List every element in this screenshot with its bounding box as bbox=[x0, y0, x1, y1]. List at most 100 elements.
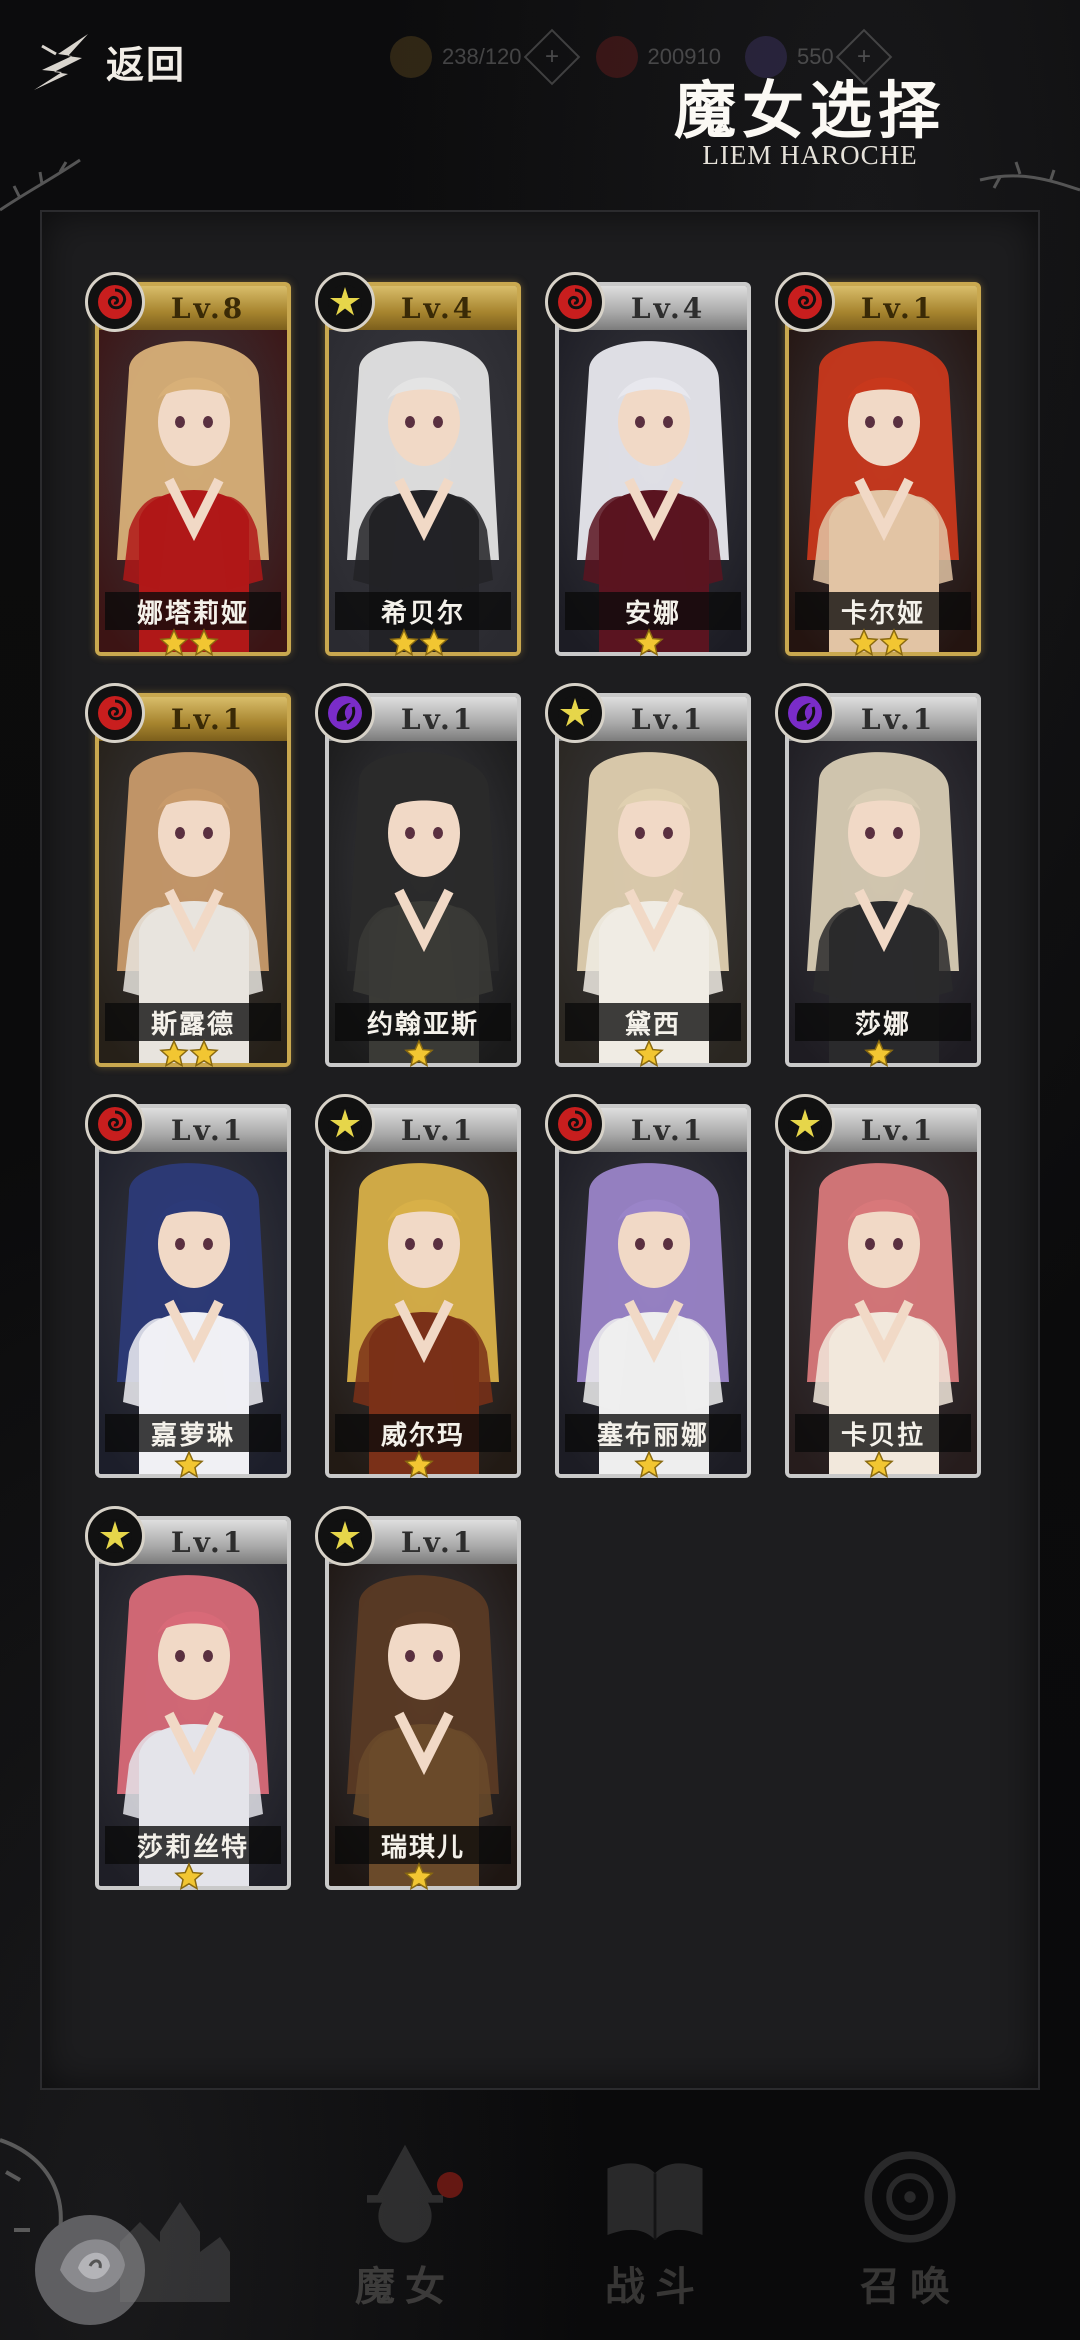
witch-card[interactable]: Lv.1 威尔玛 bbox=[315, 1094, 521, 1480]
witch-card[interactable]: Lv.1 瑞琪儿 bbox=[315, 1506, 521, 1892]
star-icon bbox=[404, 1039, 434, 1068]
element-badge bbox=[775, 683, 835, 743]
element-badge bbox=[85, 683, 145, 743]
element-badge bbox=[85, 272, 145, 332]
fire-element-icon bbox=[788, 285, 822, 319]
rarity-stars bbox=[325, 628, 513, 658]
book-icon bbox=[607, 2163, 703, 2240]
light-element-icon bbox=[328, 1107, 362, 1141]
star-icon bbox=[404, 1862, 434, 1891]
card-name: 莎娜 bbox=[795, 1003, 971, 1041]
card-name: 塞布丽娜 bbox=[565, 1414, 741, 1452]
rarity-stars bbox=[95, 1039, 283, 1069]
card-frame: Lv.1 卡贝拉 bbox=[785, 1104, 981, 1478]
card-frame: Lv.4 希贝尔 bbox=[325, 282, 521, 656]
notification-badge bbox=[437, 2172, 463, 2198]
witch-card[interactable]: Lv.1 卡尔娅 bbox=[775, 272, 981, 658]
card-frame: Lv.1 莎莉丝特 bbox=[95, 1516, 291, 1890]
star-icon bbox=[634, 628, 664, 657]
rarity-stars bbox=[95, 628, 283, 658]
rarity-stars bbox=[95, 1450, 283, 1480]
page-title: 魔女选择 bbox=[673, 74, 946, 147]
nav-castle[interactable] bbox=[70, 2140, 270, 2340]
light-element-icon bbox=[558, 696, 592, 730]
star-icon bbox=[159, 628, 189, 657]
card-frame: Lv.1 莎娜 bbox=[785, 693, 981, 1067]
rarity-stars bbox=[325, 1450, 513, 1480]
witch-card[interactable]: Lv.4 希贝尔 bbox=[315, 272, 521, 658]
back-button[interactable]: 返回 bbox=[28, 20, 198, 102]
witch-card[interactable]: Lv.1 莎娜 bbox=[775, 683, 981, 1069]
star-icon bbox=[879, 628, 909, 657]
nav-summon[interactable]: 召唤 bbox=[810, 2140, 1010, 2340]
witch-card[interactable]: Lv.1 莎莉丝特 bbox=[85, 1506, 291, 1892]
fire-element-icon bbox=[558, 285, 592, 319]
top-bar: 返回 238/120 + 200910 550 + 魔女选择 LIEM HARO… bbox=[0, 0, 1080, 212]
star-icon bbox=[849, 628, 879, 657]
light-element-icon bbox=[328, 1519, 362, 1553]
card-frame: Lv.1 嘉萝琳 bbox=[95, 1104, 291, 1478]
card-frame: Lv.1 斯露德 bbox=[95, 693, 291, 1067]
witch-card[interactable]: Lv.1 黛西 bbox=[545, 683, 751, 1069]
star-icon bbox=[634, 1450, 664, 1479]
rarity-stars bbox=[95, 1862, 283, 1892]
witch-card[interactable]: Lv.1 嘉萝琳 bbox=[85, 1094, 291, 1480]
card-icon bbox=[390, 36, 432, 78]
star-icon bbox=[189, 628, 219, 657]
element-badge bbox=[315, 683, 375, 743]
element-badge bbox=[545, 1094, 605, 1154]
card-name: 安娜 bbox=[565, 592, 741, 630]
element-badge bbox=[85, 1094, 145, 1154]
witch-card[interactable]: Lv.1 斯露德 bbox=[85, 683, 291, 1069]
witch-card[interactable]: Lv.8 娜塔莉娅 bbox=[85, 272, 291, 658]
witch-card[interactable]: Lv.1 塞布丽娜 bbox=[545, 1094, 751, 1480]
element-badge bbox=[775, 272, 835, 332]
light-element-icon bbox=[788, 1107, 822, 1141]
card-name: 希贝尔 bbox=[335, 592, 511, 630]
star-icon bbox=[864, 1039, 894, 1068]
card-name: 莎莉丝特 bbox=[105, 1826, 281, 1864]
crystal-icon bbox=[595, 36, 638, 78]
fire-element-icon bbox=[98, 285, 132, 319]
star-icon bbox=[634, 1039, 664, 1068]
nav-battle[interactable]: 战斗 bbox=[555, 2140, 755, 2340]
back-label: 返回 bbox=[106, 41, 187, 87]
card-frame: Lv.1 瑞琪儿 bbox=[325, 1516, 521, 1890]
star-icon bbox=[404, 1450, 434, 1479]
page-subtitle: LIEM HAROCHE bbox=[702, 140, 918, 170]
rarity-stars bbox=[785, 1039, 973, 1069]
card-name: 约翰亚斯 bbox=[335, 1003, 511, 1041]
witch-card[interactable]: Lv.1 约翰亚斯 bbox=[315, 683, 521, 1069]
element-badge bbox=[85, 1506, 145, 1566]
star-icon bbox=[174, 1862, 204, 1891]
card-frame: Lv.1 威尔玛 bbox=[325, 1104, 521, 1478]
witch-card[interactable]: Lv.4 安娜 bbox=[545, 272, 751, 658]
witch-card-grid: Lv.8 娜塔莉娅 Lv.4 希贝尔 Lv.4 安娜 Lv.1 卡尔娅 Lv.1 斯露德 Lv.1 约… bbox=[85, 272, 995, 1932]
element-badge bbox=[315, 1506, 375, 1566]
resource-cards: 238/120 + bbox=[390, 28, 580, 86]
rarity-stars bbox=[555, 1039, 743, 1069]
card-name: 娜塔莉娅 bbox=[105, 592, 281, 630]
star-icon bbox=[159, 1039, 189, 1068]
resource-cards-value: 238/120 bbox=[442, 44, 522, 69]
rarity-stars bbox=[325, 1039, 513, 1069]
witch-card[interactable]: Lv.1 卡贝拉 bbox=[775, 1094, 981, 1480]
nav-witch[interactable]: 魔女 bbox=[305, 2140, 505, 2340]
add-cards-button[interactable]: + bbox=[523, 28, 580, 86]
back-arrow-icon bbox=[34, 34, 88, 90]
card-name: 威尔玛 bbox=[335, 1414, 511, 1452]
card-name: 卡尔娅 bbox=[795, 592, 971, 630]
rarity-stars bbox=[555, 628, 743, 658]
rarity-stars bbox=[785, 1450, 973, 1480]
card-frame: Lv.8 娜塔莉娅 bbox=[95, 282, 291, 656]
castle-icon bbox=[120, 2202, 230, 2302]
bottom-nav: 魔女 战斗 召唤 bbox=[0, 2120, 1080, 2340]
fire-element-icon bbox=[558, 1107, 592, 1141]
light-element-icon bbox=[328, 285, 362, 319]
rarity-stars bbox=[325, 1862, 513, 1892]
fire-element-icon bbox=[98, 1107, 132, 1141]
card-frame: Lv.4 安娜 bbox=[555, 282, 751, 656]
rarity-stars bbox=[785, 628, 973, 658]
element-badge bbox=[315, 272, 375, 332]
summon-icon bbox=[864, 2151, 956, 2243]
